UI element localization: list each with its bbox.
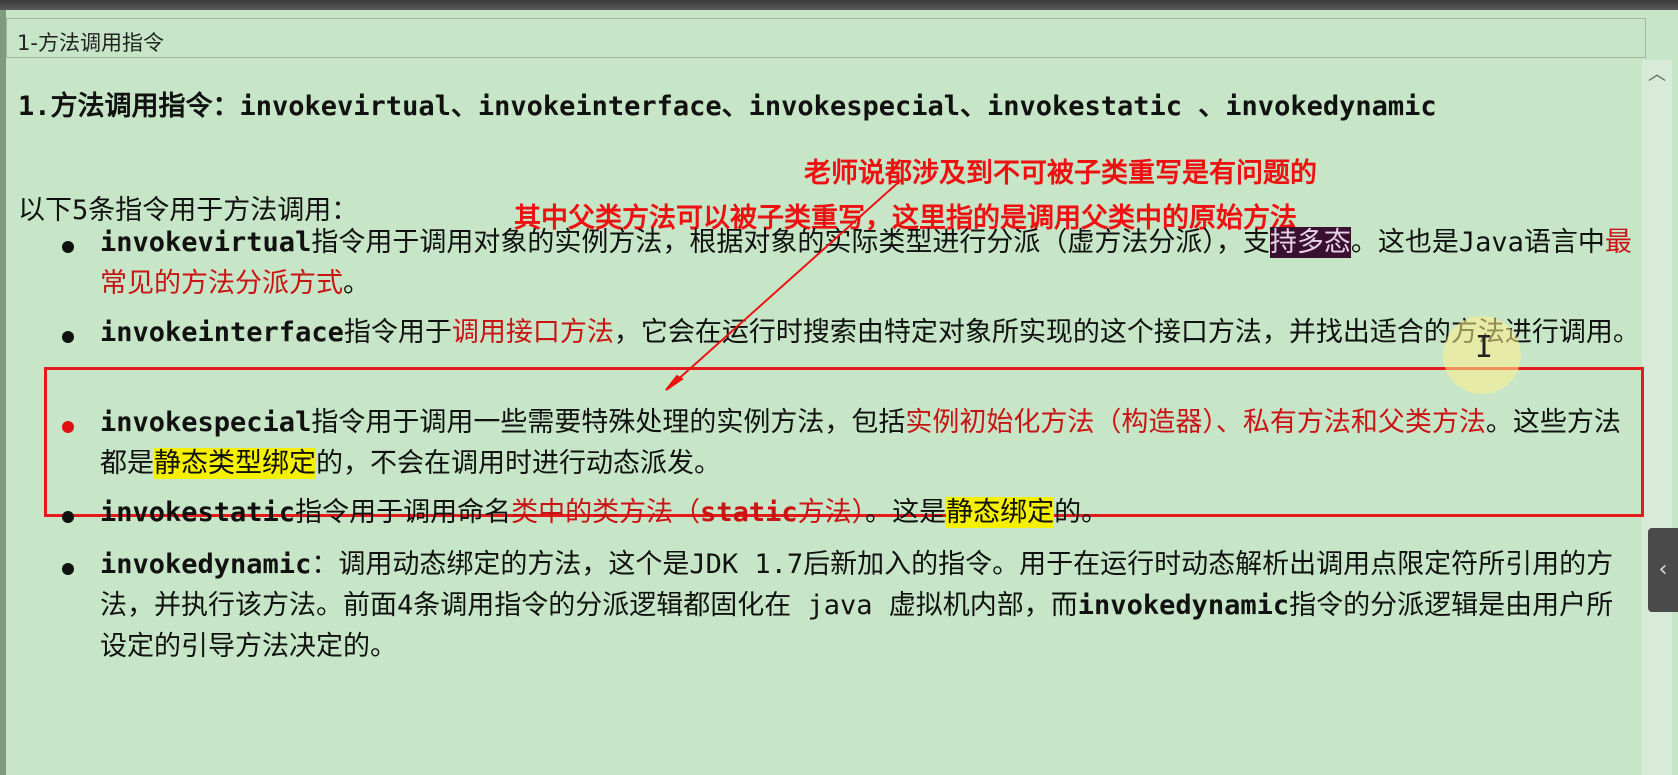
tab-header[interactable]: 1-方法调用指令: [6, 18, 1646, 58]
chevron-left-icon[interactable]: ‹: [1648, 528, 1678, 612]
window-top-edge: [0, 0, 1678, 10]
text-cursor-icon: I: [1475, 330, 1494, 365]
page-title: 1-方法调用指令: [17, 31, 164, 55]
vertical-scrollbar[interactable]: ︿: [1642, 60, 1672, 775]
arrow-line: [673, 179, 902, 384]
app-window: 1-方法调用指令 ︿ ‹ 1.方法调用指令：invokevirtual、invo…: [0, 0, 1678, 775]
arrow-head: [665, 374, 684, 391]
document-content: 1.方法调用指令：invokevirtual、invokeinterface、i…: [6, 58, 1644, 775]
chevron-up-icon[interactable]: ︿: [1646, 64, 1668, 86]
annotation-arrow: [665, 179, 902, 391]
